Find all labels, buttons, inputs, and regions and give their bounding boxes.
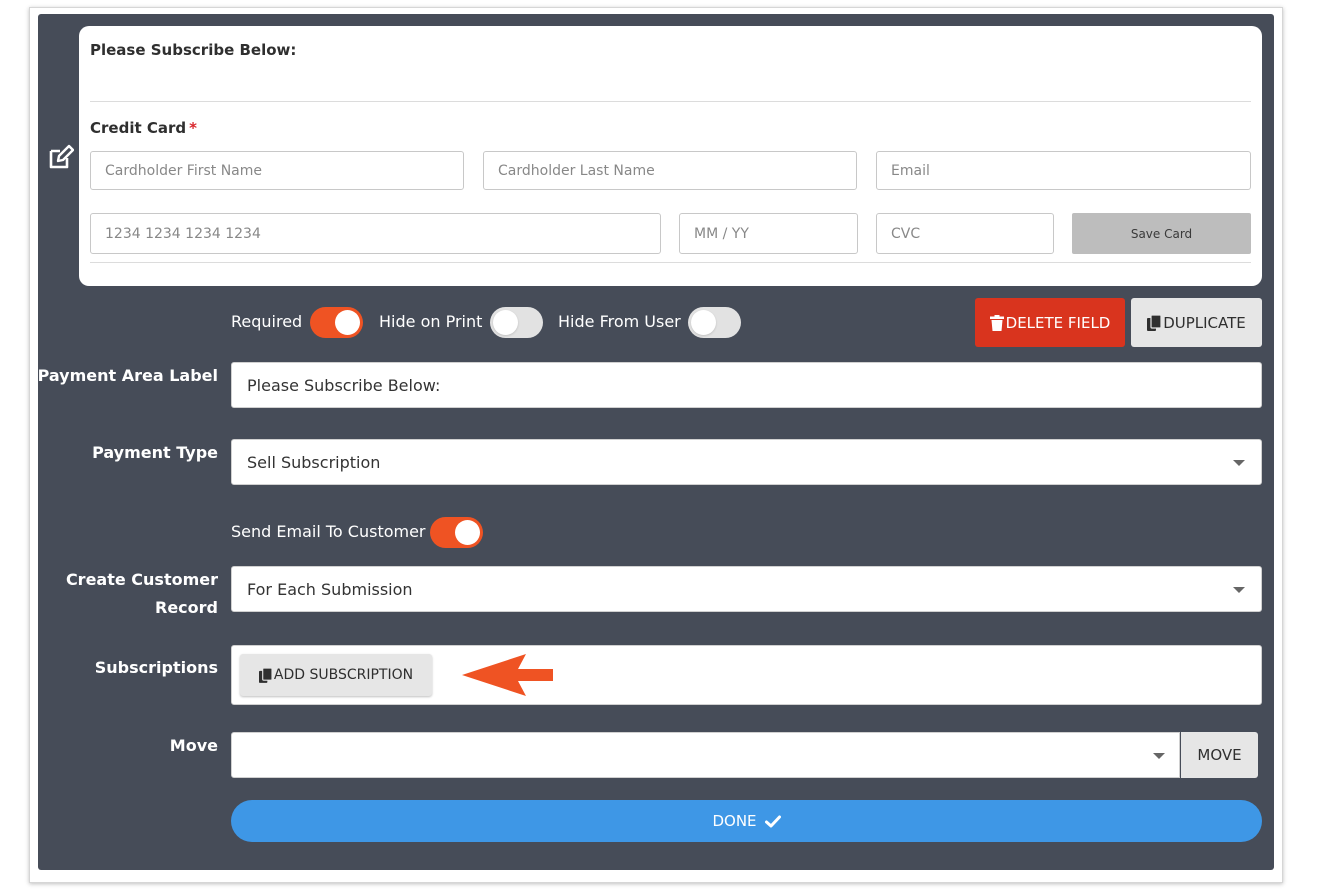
toggle-knob	[455, 520, 480, 545]
done-label: DONE	[712, 812, 757, 830]
delete-field-label: DELETE FIELD	[1005, 313, 1111, 332]
selected-value: For Each Submission	[247, 579, 413, 599]
label-line: Create Customer	[65, 570, 218, 589]
divider	[90, 101, 1251, 102]
payment-type-select[interactable]: Sell Subscription	[231, 439, 1262, 485]
input-value: Please Subscribe Below:	[247, 375, 441, 395]
toggle-knob	[335, 310, 360, 335]
label-line: Record	[155, 598, 218, 617]
preview-title: Please Subscribe Below:	[90, 41, 297, 59]
add-subscription-button[interactable]: ADD SUBSCRIPTION	[240, 654, 432, 696]
copy-icon	[258, 667, 272, 683]
placeholder: Cardholder Last Name	[498, 162, 655, 179]
hide-from-user-toggle-label: Hide From User	[558, 312, 681, 331]
send-email-toggle-label: Send Email To Customer	[231, 522, 426, 541]
check-icon	[764, 815, 781, 827]
card-number-input[interactable]: 1234 1234 1234 1234	[90, 213, 661, 254]
edit-icon[interactable]	[48, 144, 74, 170]
trash-icon	[989, 314, 1004, 331]
required-toggle[interactable]	[310, 307, 363, 338]
create-customer-record-select[interactable]: For Each Submission	[231, 566, 1262, 612]
placeholder: 1234 1234 1234 1234	[105, 225, 261, 242]
duplicate-button[interactable]: DUPLICATE	[1131, 298, 1262, 347]
placeholder: CVC	[891, 225, 921, 242]
payment-area-label-label: Payment Area Label	[37, 366, 218, 385]
caret-down-icon	[1153, 753, 1165, 759]
copy-icon	[1147, 314, 1162, 331]
placeholder: MM / YY	[694, 225, 749, 242]
delete-field-button[interactable]: DELETE FIELD	[975, 298, 1125, 347]
hide-on-print-toggle-label: Hide on Print	[379, 312, 483, 331]
email-input[interactable]: Email	[876, 151, 1251, 190]
toggle-knob	[493, 310, 518, 335]
hide-from-user-toggle[interactable]	[688, 307, 741, 338]
done-button[interactable]: DONE	[231, 800, 1262, 842]
duplicate-label: DUPLICATE	[1163, 313, 1246, 332]
placeholder: Email	[891, 162, 930, 179]
required-toggle-label: Required	[231, 312, 303, 331]
add-subscription-label: ADD SUBSCRIPTION	[273, 667, 414, 683]
arrow-left-icon	[462, 654, 553, 696]
cardholder-last-name-input[interactable]: Cardholder Last Name	[483, 151, 857, 190]
payment-area-label-input[interactable]: Please Subscribe Below:	[231, 362, 1262, 408]
move-select[interactable]	[231, 732, 1180, 778]
selected-value: Sell Subscription	[247, 452, 381, 472]
move-button[interactable]: MOVE	[1181, 732, 1258, 778]
credit-card-label-text: Credit Card	[90, 119, 187, 137]
payment-type-label: Payment Type	[92, 443, 218, 462]
move-label: Move	[169, 736, 218, 755]
required-asterisk: *	[189, 119, 197, 137]
send-email-toggle[interactable]	[430, 517, 483, 548]
save-card-button[interactable]: Save Card	[1072, 213, 1251, 254]
expiry-input[interactable]: MM / YY	[679, 213, 858, 254]
caret-down-icon	[1233, 587, 1245, 593]
payment-preview-card: Please Subscribe Below: Credit Card * Car…	[79, 26, 1262, 286]
caret-down-icon	[1233, 460, 1245, 466]
placeholder: Cardholder First Name	[105, 162, 263, 179]
divider	[90, 262, 1251, 263]
create-customer-record-label: Create Customer Record	[66, 566, 218, 622]
subscriptions-label: Subscriptions	[94, 658, 218, 677]
cvc-input[interactable]: CVC	[876, 213, 1054, 254]
hide-on-print-toggle[interactable]	[490, 307, 543, 338]
toggle-knob	[691, 310, 716, 335]
credit-card-label: Credit Card *	[90, 119, 197, 137]
cardholder-first-name-input[interactable]: Cardholder First Name	[90, 151, 464, 190]
